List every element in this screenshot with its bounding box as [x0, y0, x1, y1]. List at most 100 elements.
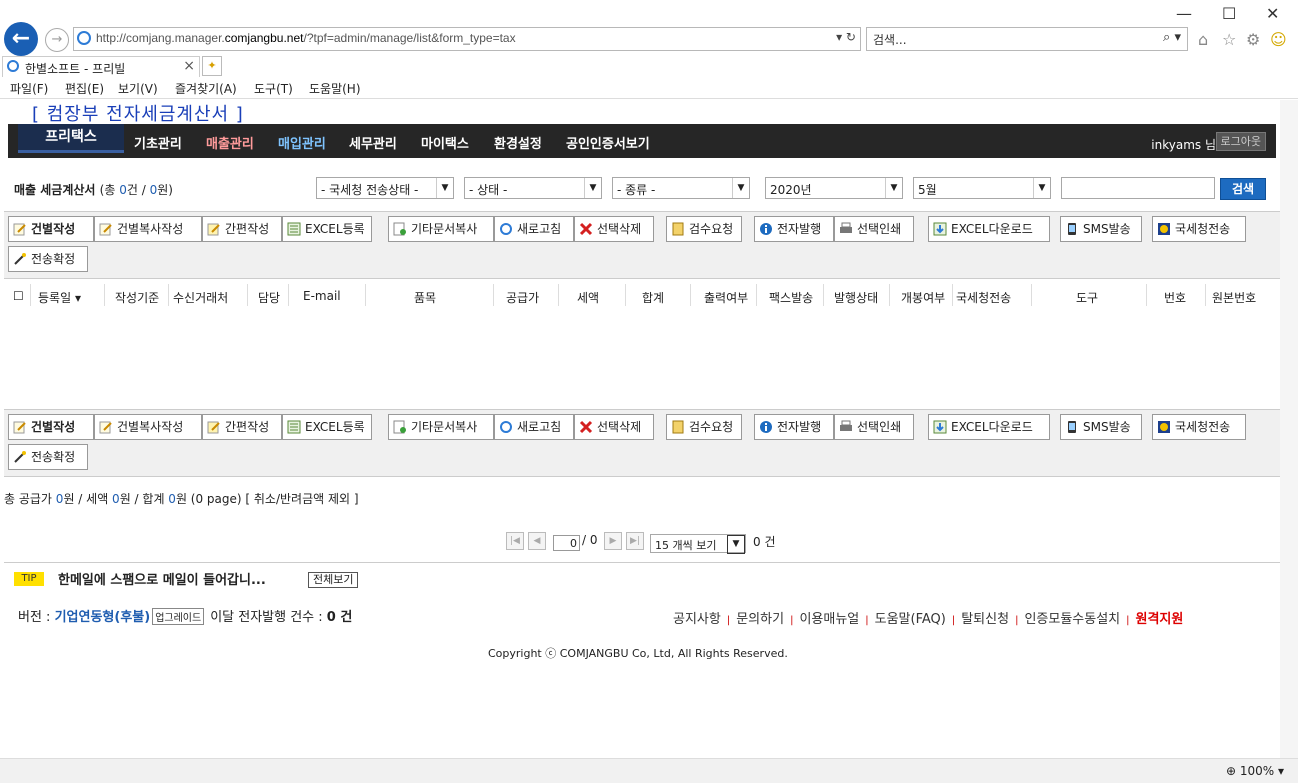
link-inquiry[interactable]: 문의하기	[736, 612, 784, 627]
nav-sales[interactable]: 매출관리	[206, 133, 254, 152]
search-icon[interactable]: ⌕ ▾	[1163, 30, 1181, 45]
delete-selected-button[interactable]: 선택삭제	[574, 414, 654, 440]
col-orig-number[interactable]: 원본번호	[1212, 289, 1256, 306]
back-icon[interactable]: ←	[4, 22, 38, 56]
sms-button[interactable]: SMS발송	[1060, 414, 1142, 440]
page-scrollbar[interactable]	[1280, 100, 1298, 758]
close-tab-icon[interactable]: ×	[183, 58, 195, 74]
next-page-icon[interactable]: ▶	[604, 532, 622, 550]
simple-create-button[interactable]: 간편작성	[202, 414, 282, 440]
smiley-icon[interactable]: ☺	[1270, 30, 1287, 49]
link-notice[interactable]: 공지사항	[673, 612, 721, 627]
per-page-select[interactable]: 15 개씩 보기 ▼	[650, 534, 746, 554]
brand-logo[interactable]: 프리택스	[18, 124, 124, 153]
e-issue-button[interactable]: 전자발행	[754, 216, 834, 242]
col-reg-date[interactable]: 등록일 ▾	[38, 289, 81, 306]
nav-cert[interactable]: 공인인증서보기	[566, 133, 650, 152]
maximize-icon[interactable]: ☐	[1222, 4, 1236, 23]
col-supply[interactable]: 공급가	[506, 289, 539, 306]
nav-tax[interactable]: 세무관리	[349, 133, 397, 152]
col-item[interactable]: 품목	[414, 289, 436, 306]
menu-tools[interactable]: 도구(T)	[254, 80, 293, 97]
page-input[interactable]: 0	[553, 535, 580, 551]
nav-purchase[interactable]: 매입관리	[278, 133, 326, 152]
tip-text[interactable]: 한메일에 스팸으로 메일이 들어갑니...	[58, 569, 266, 588]
home-icon[interactable]: ⌂	[1198, 30, 1208, 49]
first-page-icon[interactable]: |◀	[506, 532, 524, 550]
col-tax[interactable]: 세액	[577, 289, 599, 306]
col-number[interactable]: 번호	[1164, 289, 1186, 306]
col-basis[interactable]: 작성기준	[115, 289, 159, 306]
last-page-icon[interactable]: ▶|	[626, 532, 644, 550]
nts-send-button[interactable]: 국세청전송	[1152, 216, 1246, 242]
create-button[interactable]: 건별작성	[8, 414, 94, 440]
address-bar[interactable]: http://comjang.manager.comjangbu.net/?tp…	[73, 27, 861, 51]
month-select[interactable]: 5월 ▼	[913, 177, 1051, 199]
prev-page-icon[interactable]: ◀	[528, 532, 546, 550]
delete-selected-button[interactable]: 선택삭제	[574, 216, 654, 242]
create-button[interactable]: 건별작성	[8, 216, 94, 242]
kind-select[interactable]: - 종류 - ▼	[612, 177, 750, 199]
col-total[interactable]: 합계	[642, 289, 664, 306]
nts-status-select[interactable]: - 국세청 전송상태 - ▼	[316, 177, 454, 199]
logout-button[interactable]: 로그아웃	[1215, 132, 1266, 151]
link-cert-module[interactable]: 인증모듈수동설치	[1024, 612, 1120, 627]
nav-settings[interactable]: 환경설정	[494, 133, 542, 152]
tip-view-all-button[interactable]: 전체보기	[308, 572, 359, 588]
excel-register-button[interactable]: EXCEL등록	[282, 216, 372, 242]
new-tab-icon[interactable]: ✦	[202, 56, 222, 76]
print-selected-button[interactable]: 선택인쇄	[834, 414, 914, 440]
select-all-checkbox[interactable]: ☐	[13, 289, 24, 303]
refresh-icon[interactable]: ▾ ↻	[836, 30, 856, 44]
excel-download-button[interactable]: EXCEL다운로드	[928, 414, 1050, 440]
nts-send-button[interactable]: 국세청전송	[1152, 414, 1246, 440]
forward-icon[interactable]: →	[45, 28, 69, 52]
simple-create-button[interactable]: 간편작성	[202, 216, 282, 242]
refresh-button[interactable]: 새로고침	[494, 414, 574, 440]
copy-create-button[interactable]: 건별복사작성	[94, 414, 202, 440]
col-recipient[interactable]: 수신거래처	[173, 289, 228, 306]
menu-favorites[interactable]: 즐겨찾기(A)	[175, 80, 237, 97]
confirm-send-button[interactable]: 전송확정	[8, 444, 88, 470]
menu-file[interactable]: 파일(F)	[10, 80, 48, 97]
e-issue-button[interactable]: 전자발행	[754, 414, 834, 440]
col-manager[interactable]: 담당	[258, 289, 280, 306]
print-selected-button[interactable]: 선택인쇄	[834, 216, 914, 242]
menu-view[interactable]: 보기(V)	[118, 80, 158, 97]
browser-search-input[interactable]: 검색... ⌕ ▾	[866, 27, 1188, 51]
link-withdraw[interactable]: 탈퇴신청	[961, 612, 1009, 627]
col-nts[interactable]: 국세청전송	[956, 289, 1011, 306]
col-issue-status[interactable]: 발행상태	[834, 289, 878, 306]
search-button[interactable]: 검색	[1220, 178, 1266, 200]
minimize-icon[interactable]: —	[1176, 4, 1192, 23]
nav-mytax[interactable]: 마이택스	[421, 133, 469, 152]
link-remote-support[interactable]: 원격지원	[1136, 612, 1184, 627]
nav-basic[interactable]: 기초관리	[134, 133, 182, 152]
sms-button[interactable]: SMS발송	[1060, 216, 1142, 242]
menu-help[interactable]: 도움말(H)	[309, 80, 361, 97]
menu-edit[interactable]: 편집(E)	[65, 80, 104, 97]
col-print[interactable]: 출력여부	[704, 289, 748, 306]
confirm-send-button[interactable]: 전송확정	[8, 246, 88, 272]
browser-tab[interactable]: 한별소프트 - 프리빌 ×	[2, 56, 200, 77]
col-email[interactable]: E-mail	[303, 289, 341, 303]
other-copy-button[interactable]: 기타문서복사	[388, 414, 494, 440]
close-window-icon[interactable]: ✕	[1266, 4, 1279, 23]
link-manual[interactable]: 이용매뉴얼	[799, 612, 859, 627]
status-select[interactable]: - 상태 - ▼	[464, 177, 602, 199]
excel-download-button[interactable]: EXCEL다운로드	[928, 216, 1050, 242]
other-copy-button[interactable]: 기타문서복사	[388, 216, 494, 242]
col-opened[interactable]: 개봉여부	[901, 289, 945, 306]
review-request-button[interactable]: 검수요청	[666, 216, 742, 242]
year-select[interactable]: 2020년 ▼	[765, 177, 903, 199]
copy-create-button[interactable]: 건별복사작성	[94, 216, 202, 242]
gear-icon[interactable]: ⚙	[1246, 30, 1260, 49]
favorites-icon[interactable]: ☆	[1222, 30, 1236, 49]
col-tools[interactable]: 도구	[1076, 289, 1098, 306]
link-faq[interactable]: 도움말(FAQ)	[875, 612, 946, 627]
refresh-button[interactable]: 새로고침	[494, 216, 574, 242]
review-request-button[interactable]: 검수요청	[666, 414, 742, 440]
search-input[interactable]	[1061, 177, 1215, 199]
zoom-control[interactable]: ⊕ 100% ▾	[1226, 764, 1284, 778]
upgrade-button[interactable]: 업그레이드	[152, 608, 205, 625]
